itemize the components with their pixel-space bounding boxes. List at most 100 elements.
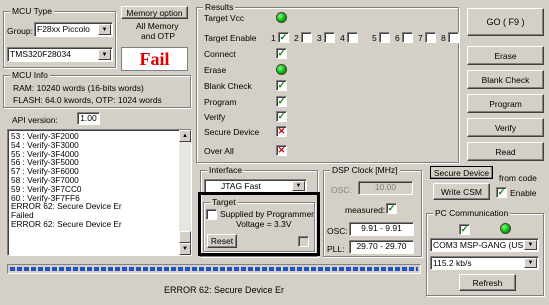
group-label: Group: — [7, 26, 33, 36]
over-all-label: Over All — [204, 146, 234, 156]
interface-select-value: JTAG Fast — [221, 181, 261, 191]
target-title: Target — [210, 197, 238, 207]
log-scrollbar[interactable]: ▲ ▼ — [179, 130, 191, 255]
target-enable-checkbox[interactable] — [324, 32, 335, 43]
refresh-button-label: Refresh — [472, 277, 503, 288]
from-code-enable-label: Enable — [510, 188, 537, 198]
target-enable-number: 2 — [294, 33, 299, 43]
target-enable-label: Target Enable — [204, 33, 257, 43]
pll-label: PLL: — [327, 244, 345, 254]
erase-button-label: Erase — [494, 50, 517, 61]
blank-check-status-check: ✓ — [276, 80, 287, 91]
chevron-down-icon[interactable]: ▼ — [98, 24, 111, 35]
blank-check-button[interactable]: Blank Check — [467, 70, 544, 89]
target-enable-number: 6 — [395, 33, 400, 43]
chevron-down-icon[interactable]: ▼ — [524, 240, 537, 250]
progress-fill — [10, 267, 418, 271]
scroll-up-icon[interactable]: ▲ — [179, 130, 191, 142]
measured-checkbox[interactable]: ✓ — [386, 203, 397, 214]
target-enable-number: 5 — [372, 33, 377, 43]
connect-label: Connect — [204, 49, 236, 59]
log-list[interactable]: 53 : Verify-3F2000 54 : Verify-3F3000 55 :… — [7, 129, 192, 256]
group-select[interactable]: F28xx Piccolo ▼ — [34, 22, 113, 37]
target-enable-number: 7 — [418, 33, 423, 43]
program-button[interactable]: Program — [467, 94, 544, 113]
go-button-label: GO ( F9 ) — [486, 17, 525, 27]
secure-device-label: Secure Device — [204, 127, 260, 137]
erase-button[interactable]: Erase — [467, 46, 544, 65]
verify-button[interactable]: Verify — [467, 118, 544, 137]
baud-rate-select[interactable]: 115.2 kb/s ▼ — [430, 256, 539, 270]
osc-label: OSC: — [331, 185, 352, 195]
ram-info: RAM: 10240 words (16-bits words) — [13, 83, 144, 93]
device-select[interactable]: TMS320F28034 ▼ — [7, 47, 113, 62]
connect-status-check: ✓ — [276, 48, 287, 59]
program-status-check: ✓ — [276, 96, 287, 107]
over-all-status-cross: ✕ — [276, 145, 287, 156]
chevron-down-icon[interactable]: ▼ — [524, 258, 537, 268]
interface-title: Interface — [207, 165, 245, 175]
api-version-label: API version: — [12, 115, 58, 125]
target-power-indicator — [298, 236, 309, 247]
target-enable-number: 8 — [441, 33, 446, 43]
target-enable-checkbox[interactable] — [402, 32, 413, 43]
program-button-label: Program — [489, 98, 522, 109]
reset-button[interactable]: Reset — [207, 234, 237, 248]
chevron-down-icon[interactable]: ▼ — [98, 49, 111, 60]
memory-option-button[interactable]: Memory option — [121, 6, 188, 19]
progress-bar — [7, 264, 421, 274]
com-port-select-value: COM3 MSP-GANG (USB) — [433, 240, 532, 250]
target-enable-number: 1 — [271, 33, 276, 43]
scroll-down-icon[interactable]: ▼ — [179, 243, 191, 255]
target-enable-number: 3 — [317, 33, 322, 43]
log-line: ERROR 62: Secure Device Er — [11, 218, 122, 229]
log-line: ERROR 62: Secure Device Er — [11, 201, 122, 212]
pc-comm-status-led — [500, 223, 511, 234]
from-code-label: from code — [499, 173, 537, 183]
scroll-thumb[interactable] — [179, 231, 191, 243]
refresh-button[interactable]: Refresh — [459, 274, 516, 291]
target-enable-checkbox[interactable] — [425, 32, 436, 43]
chevron-down-icon[interactable]: ▼ — [292, 181, 305, 191]
go-button[interactable]: GO ( F9 ) — [467, 8, 544, 36]
supplied-by-programmer-checkbox[interactable] — [206, 209, 217, 220]
target-vcc-led — [276, 12, 287, 23]
device-select-value: TMS320F28034 — [10, 49, 71, 59]
write-csm-button[interactable]: Write CSM — [433, 183, 490, 200]
verify-button-label: Verify — [494, 122, 517, 133]
target-enable-checkbox[interactable]: ✓ — [278, 32, 289, 43]
target-enable-checkbox[interactable] — [379, 32, 390, 43]
supplied-by-programmer-label: Supplied by Programmer — [220, 209, 315, 219]
pc-comm-status-check: ✓ — [459, 224, 470, 235]
target-enable-checkbox[interactable] — [301, 32, 312, 43]
secure-device-button[interactable]: Secure Device — [430, 166, 493, 179]
osc-measured-label: OSC: — [327, 226, 348, 236]
erase-label: Erase — [204, 65, 227, 75]
target-enable-checkbox[interactable] — [448, 32, 459, 43]
status-text: ERROR 62: Secure Device Er — [164, 285, 285, 295]
results-title: Results — [203, 2, 236, 12]
target-vcc-label: Target Vcc — [204, 13, 245, 23]
baud-rate-select-value: 115.2 kb/s — [433, 258, 472, 268]
osc-measured-field: 9.91 - 9.91 — [349, 222, 414, 236]
pc-communication-title: PC Communication — [433, 208, 511, 218]
memory-option-value-2: and OTP — [141, 31, 176, 41]
read-button-label: Read — [495, 146, 516, 157]
osc-setting-field[interactable]: 10.00 — [358, 181, 413, 195]
com-port-select[interactable]: COM3 MSP-GANG (USB) ▼ — [430, 238, 539, 252]
memory-option-label: Memory option — [126, 7, 183, 18]
interface-select[interactable]: JTAG Fast ▼ — [204, 179, 307, 193]
dsp-clock-title: DSP Clock [MHz] — [330, 165, 400, 175]
read-button[interactable]: Read — [467, 142, 544, 161]
blank-check-button-label: Blank Check — [481, 74, 530, 85]
write-csm-button-label: Write CSM — [441, 186, 482, 197]
program-label: Program — [204, 97, 237, 107]
erase-status-led — [276, 64, 287, 75]
flash-info: FLASH: 64.0 kwords, OTP: 1024 words — [13, 95, 162, 105]
secure-device-status-cross: ✕ — [276, 126, 287, 137]
group-select-value: F28xx Piccolo — [37, 24, 90, 34]
from-code-enable-checkbox[interactable]: ✓ — [496, 187, 507, 198]
memory-option-value-1: All Memory — [136, 21, 179, 31]
api-version-field: 1.00 — [77, 112, 100, 125]
target-enable-checkbox[interactable] — [347, 32, 358, 43]
